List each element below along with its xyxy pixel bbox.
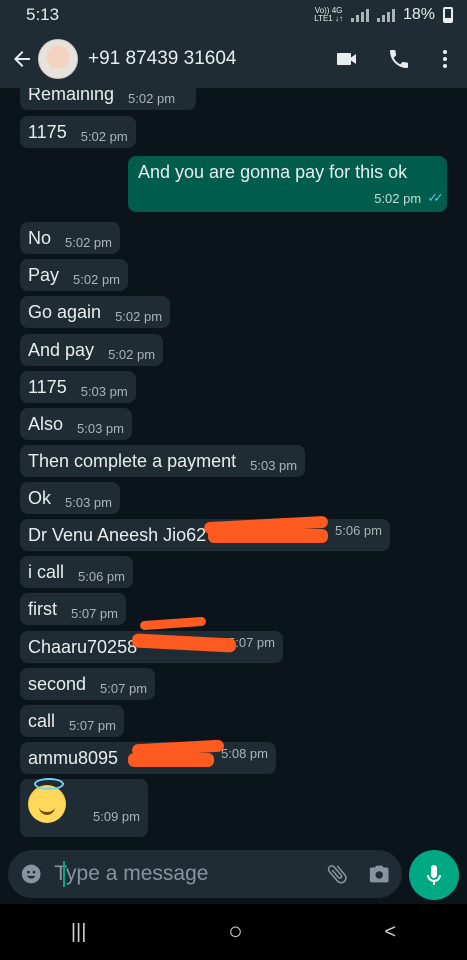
message-input[interactable] <box>42 862 326 886</box>
network-indicator: Vo)) 4G LTE1 ↓↑ <box>314 7 343 23</box>
message-time: 5:07 pm <box>100 680 148 696</box>
message-bubble[interactable]: second 5:07 pm <box>20 668 156 700</box>
chat-area[interactable]: Remaining 5:02 pm 1175 5:02 pm And you a… <box>0 88 467 840</box>
message-time: 5:09 pm <box>93 809 140 824</box>
message-time: 5:03 pm <box>77 420 124 436</box>
message-time: 5:02 pm <box>65 234 112 250</box>
video-call-icon[interactable] <box>335 47 359 71</box>
message-time: 5:07 pm <box>69 717 116 733</box>
message-meta: 5:02 pm ✓✓ <box>374 190 444 206</box>
message-bubble[interactable]: No 5:02 pm <box>20 222 120 254</box>
message-time: 5:07 pm <box>71 605 118 621</box>
message-bubble[interactable]: 1175 5:02 pm <box>20 116 136 148</box>
message-time: 5:03 pm <box>250 457 298 473</box>
message-bubble[interactable]: i call 5:06 pm <box>20 556 133 588</box>
message-bubble[interactable]: 5:09 pm <box>20 778 148 837</box>
read-ticks-icon: ✓✓ <box>427 190 444 205</box>
message-text: ammu8095 <box>28 747 119 768</box>
message-bubble[interactable]: Pay 5:02 pm <box>20 259 129 291</box>
message-time: 5:03 pm <box>80 383 128 399</box>
message-text: 1175 <box>28 121 67 142</box>
message-text: Ok <box>28 487 52 508</box>
camera-icon[interactable] <box>368 862 390 886</box>
mic-button[interactable] <box>409 850 459 900</box>
redaction-mark <box>208 529 328 543</box>
message-text: 1175 <box>28 376 67 397</box>
avatar[interactable] <box>38 39 78 79</box>
message-time: 5:02 pm <box>80 128 128 144</box>
text-caret <box>63 861 65 887</box>
message-text: call <box>28 710 56 731</box>
message-bubble[interactable]: Ok 5:03 pm <box>20 482 120 514</box>
network-bottom-text: LTE1 ↓↑ <box>314 14 343 23</box>
chat-header: +91 87439 31604 <box>0 30 467 88</box>
back-arrow-icon[interactable] <box>10 47 34 71</box>
mic-icon <box>427 865 441 885</box>
message-bubble[interactable]: Also 5:03 pm <box>20 408 132 440</box>
message-time: 5:02 pm <box>108 346 156 362</box>
message-time: 5:08 pm <box>221 746 268 761</box>
message-text: Pay <box>28 264 60 285</box>
message-text: Go again <box>28 301 102 322</box>
smiling-face-with-halo-icon <box>28 778 66 823</box>
message-time: 5:02 pm <box>115 308 163 324</box>
status-icons: Vo)) 4G LTE1 ↓↑ 18% <box>314 6 453 24</box>
message-time: 5:06 pm <box>78 568 125 584</box>
message-text: Remaining <box>28 88 115 104</box>
message-time: 5:02 pm <box>374 190 422 206</box>
contact-name[interactable]: +91 87439 31604 <box>88 48 307 70</box>
redaction-mark <box>128 753 214 767</box>
signal-icon-2 <box>376 8 395 22</box>
message-text: first <box>28 598 57 619</box>
emoji-icon[interactable] <box>20 862 42 886</box>
recent-apps-button[interactable]: ||| <box>71 921 87 944</box>
message-text: And you are gonna pay for this ok <box>138 162 408 182</box>
message-bubble[interactable]: Then complete a payment 5:03 pm <box>20 445 306 477</box>
outgoing-message-bubble[interactable]: And you are gonna pay for this ok 5:02 p… <box>128 156 447 212</box>
message-text: And pay <box>28 339 95 360</box>
message-input-box[interactable] <box>8 850 402 898</box>
message-bubble[interactable]: first 5:07 pm <box>20 593 126 625</box>
message-text: second <box>28 673 87 694</box>
message-bubble[interactable]: 1175 5:03 pm <box>20 371 136 403</box>
more-vert-icon[interactable] <box>433 47 457 71</box>
attach-icon[interactable] <box>325 861 349 887</box>
status-bar: 5:13 Vo)) 4G LTE1 ↓↑ 18% <box>0 0 467 30</box>
message-time: 5:02 pm <box>73 271 121 287</box>
home-button[interactable]: ○ <box>228 918 243 946</box>
phone-icon[interactable] <box>387 47 411 71</box>
message-text: i call <box>28 561 65 582</box>
message-text: Chaaru70258 <box>28 636 138 657</box>
message-bubble[interactable]: And pay 5:02 pm <box>20 334 164 366</box>
message-text: Dr Venu Aneesh Jio62 <box>28 524 207 545</box>
redaction-mark <box>139 616 207 631</box>
message-bubble[interactable]: call 5:07 pm <box>20 705 124 737</box>
message-text: Then complete a payment <box>28 450 237 471</box>
composer-bar <box>0 840 467 904</box>
message-text: No <box>28 227 52 248</box>
message-text: Also <box>28 413 64 434</box>
battery-level: 18% <box>402 6 435 23</box>
message-time: 5:02 pm <box>128 90 176 106</box>
back-button[interactable]: < <box>384 921 396 944</box>
system-nav-bar: ||| ○ < <box>0 904 467 960</box>
message-time: 5:06 pm <box>335 523 382 538</box>
message-bubble[interactable]: Go again 5:02 pm <box>20 296 171 328</box>
status-time: 5:13 <box>26 5 60 24</box>
message-time: 5:03 pm <box>65 494 112 510</box>
signal-icon <box>350 8 369 22</box>
message-bubble[interactable]: Remaining 5:02 pm <box>20 88 196 110</box>
battery-icon <box>443 7 453 23</box>
